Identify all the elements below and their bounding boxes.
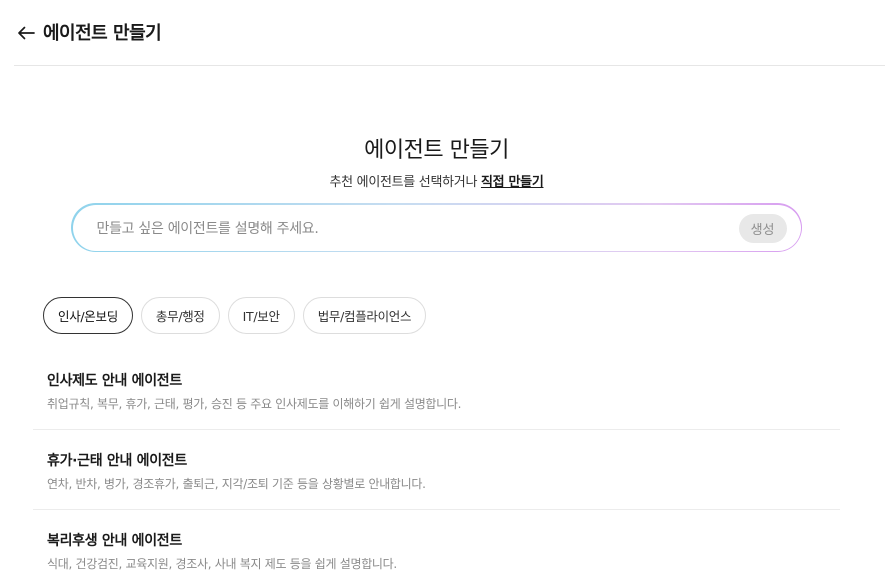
create-button[interactable]: 생성 xyxy=(738,213,787,243)
tab-legal-compliance[interactable]: 법무/컴플라이언스 xyxy=(302,297,427,334)
agent-list-item[interactable]: 휴가·근태 안내 에이전트 연차, 반차, 병가, 경조휴가, 출퇴근, 지각/… xyxy=(33,430,840,510)
agent-list-item[interactable]: 복리후생 안내 에이전트 식대, 건강검진, 교육지원, 경조사, 사내 복지 … xyxy=(33,510,840,583)
agent-description: 식대, 건강검진, 교육지원, 경조사, 사내 복지 제도 등을 쉽게 설명합니… xyxy=(47,557,397,571)
category-tabs: 인사/온보딩 총무/행정 IT/보안 법무/컴플라이언스 xyxy=(43,297,427,334)
agent-description-inner: 생성 xyxy=(72,204,801,253)
agent-title: 복리후생 안내 에이전트 xyxy=(47,533,182,549)
tab-it-security[interactable]: IT/보안 xyxy=(227,297,295,334)
hero-subtitle-text: 추천 에이전트를 선택하거나 xyxy=(329,175,478,190)
tab-hr-onboarding[interactable]: 인사/온보딩 xyxy=(43,297,133,334)
agent-title: 휴가·근태 안내 에이전트 xyxy=(47,453,187,469)
direct-create-link[interactable]: 직접 만들기 xyxy=(481,175,544,190)
agent-list-item[interactable]: 인사제도 안내 에이전트 취업규칙, 복무, 휴가, 근태, 평가, 승진 등 … xyxy=(33,350,840,430)
agent-title: 인사제도 안내 에이전트 xyxy=(47,373,182,389)
agent-create-page: 에이전트 만들기 에이전트 만들기 추천 에이전트를 선택하거나 직접 만들기 … xyxy=(0,0,885,583)
tab-general-affairs[interactable]: 총무/행정 xyxy=(140,297,220,334)
agent-description-input[interactable] xyxy=(94,204,719,253)
agent-description: 연차, 반차, 병가, 경조휴가, 출퇴근, 지각/조퇴 기준 등을 상황별로 … xyxy=(47,477,426,491)
agent-description: 취업규칙, 복무, 휴가, 근태, 평가, 승진 등 주요 인사제도를 이해하기… xyxy=(47,397,462,411)
page-header: 에이전트 만들기 xyxy=(14,0,885,66)
agent-description-box: 생성 xyxy=(71,203,802,253)
hero-title: 에이전트 만들기 xyxy=(364,138,509,163)
back-button[interactable] xyxy=(14,20,38,46)
arrow-left-icon xyxy=(18,26,35,40)
hero-subtitle: 추천 에이전트를 선택하거나 직접 만들기 xyxy=(0,171,873,190)
recommended-agent-list: 인사제도 안내 에이전트 취업규칙, 복무, 휴가, 근태, 평가, 승진 등 … xyxy=(33,350,840,583)
page-title: 에이전트 만들기 xyxy=(43,23,162,44)
